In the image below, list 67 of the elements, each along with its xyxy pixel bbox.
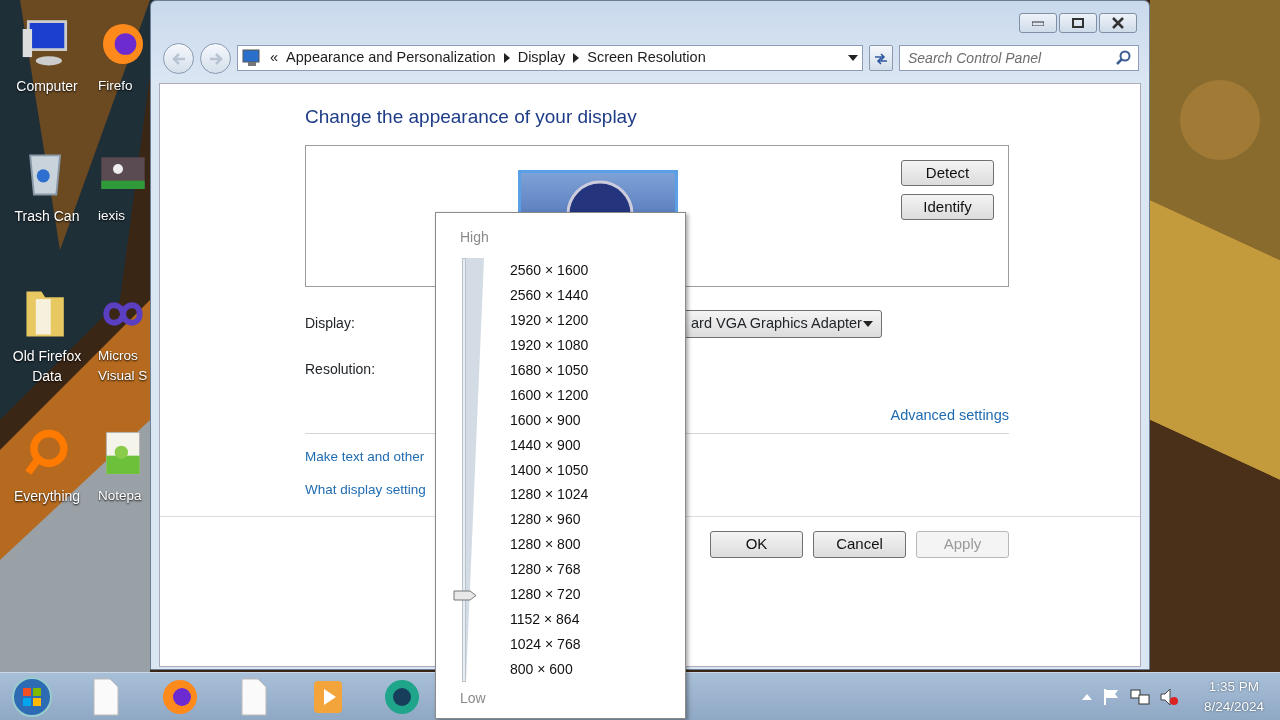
dropdown-arrow-icon (863, 320, 873, 327)
desktop-shortcut[interactable]: Micros Visual S (98, 286, 152, 386)
breadcrumb-arrow-icon (503, 53, 510, 63)
low-label: Low (460, 688, 487, 708)
refresh-icon (874, 52, 888, 65)
resolution-option[interactable]: 1280 × 800 (510, 532, 589, 558)
flag-icon (1101, 687, 1120, 706)
forward-arrow-icon (207, 51, 224, 66)
clock-date: 8/24/2024 (1203, 697, 1264, 716)
address-bar[interactable]: « Appearance and Personalization Display Screen Resolution (237, 45, 863, 71)
back-arrow-icon (170, 51, 187, 66)
refresh-button[interactable] (869, 45, 893, 71)
resolution-option[interactable]: 1600 × 900 (510, 407, 589, 433)
high-label: High (460, 228, 490, 247)
resolution-option[interactable]: 1680 × 1050 (510, 357, 589, 383)
breadcrumb[interactable]: Display (517, 47, 566, 69)
resolution-option[interactable]: 1440 × 900 (510, 432, 589, 458)
resolution-option[interactable]: 2560 × 1600 (510, 258, 589, 283)
breadcrumb[interactable]: Appearance and Personalization (286, 47, 496, 69)
close-button[interactable] (1099, 13, 1137, 33)
detect-button[interactable]: Detect (901, 159, 994, 186)
slider-thumb[interactable] (453, 589, 477, 601)
close-icon (1112, 17, 1124, 29)
help-link[interactable]: What display setting (305, 481, 426, 497)
minimize-icon (1032, 20, 1044, 26)
display-label: Display: (305, 314, 355, 334)
back-button[interactable] (163, 42, 194, 74)
desktop-shortcut[interactable]: Trash Can (0, 146, 94, 226)
resolution-option[interactable]: 1400 × 1050 (510, 457, 589, 483)
resolution-option[interactable]: 1152 × 864 (510, 607, 589, 633)
breadcrumb[interactable]: Screen Resolution (587, 47, 706, 69)
resolution-label: Resolution: (305, 360, 376, 380)
desktop-shortcut[interactable]: Firefo (98, 16, 152, 96)
desktop-shortcut[interactable]: iexis (98, 146, 152, 226)
start-orb-icon (11, 675, 53, 718)
maximize-button[interactable] (1059, 13, 1097, 33)
breadcrumb-arrow-icon (573, 53, 580, 63)
show-hidden-icons-icon (1081, 693, 1092, 700)
help-link[interactable]: Make text and other (305, 448, 425, 464)
start-button[interactable] (10, 674, 54, 719)
page-heading: Change the appearance of your display (305, 106, 638, 129)
network-icon (1129, 687, 1150, 706)
identify-button[interactable]: Identify (901, 193, 994, 220)
resolution-option[interactable]: 1280 × 720 (510, 582, 589, 608)
resolution-option[interactable]: 1920 × 1080 (510, 332, 589, 358)
resolution-option[interactable]: 1280 × 960 (510, 507, 589, 533)
desktop-shortcut[interactable]: Computer (0, 16, 94, 96)
ok-button[interactable]: OK (710, 531, 803, 558)
resolution-option[interactable]: 2560 × 1440 (510, 282, 589, 308)
resolution-option[interactable]: 800 × 600 (510, 657, 589, 682)
desktop-shortcut[interactable]: Old Firefox Data (0, 286, 94, 386)
search-box[interactable]: Search Control Panel (899, 45, 1139, 71)
resolution-option[interactable]: 1280 × 768 (510, 557, 589, 583)
cancel-button[interactable]: Cancel (813, 531, 906, 558)
muted-speaker-icon (1159, 687, 1178, 706)
overflow-chevron[interactable]: « (270, 47, 279, 69)
control-panel-icon (242, 49, 262, 67)
forward-button[interactable] (200, 42, 231, 74)
maximize-icon (1072, 18, 1084, 28)
resolution-option[interactable]: 1600 × 1200 (510, 382, 589, 408)
resolution-option[interactable]: 1920 × 1200 (510, 307, 589, 333)
dropdown-arrow-icon (848, 55, 858, 61)
resolution-option[interactable]: 1024 × 768 (510, 632, 589, 657)
clock-time: 1:35 PM (1208, 677, 1260, 696)
search-icon (1116, 50, 1132, 66)
resolution-option[interactable]: 1280 × 1024 (510, 482, 589, 508)
advanced-settings-link[interactable]: Advanced settings (890, 404, 1009, 427)
